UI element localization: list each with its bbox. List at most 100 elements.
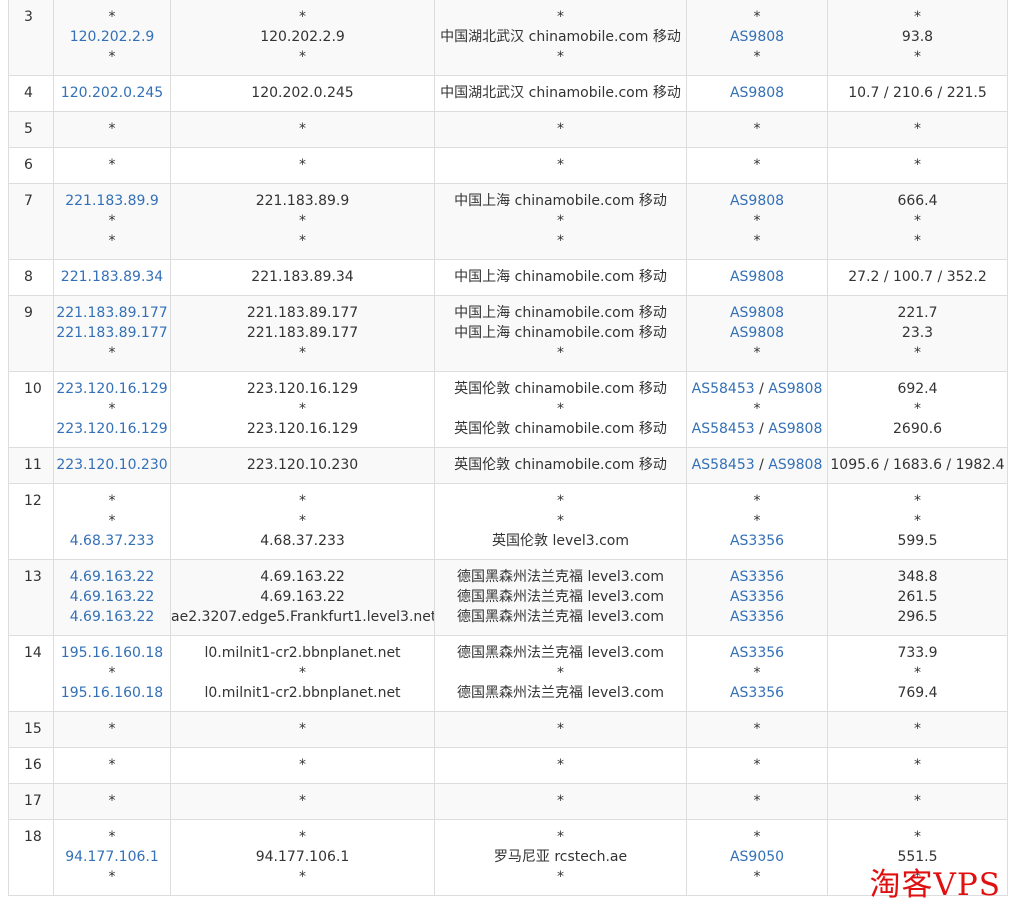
as-number-value: * xyxy=(753,665,761,681)
as-line: * xyxy=(688,399,827,419)
as-number-cell: AS3356 * AS3356 xyxy=(686,635,828,712)
ip-address-link[interactable]: 221.183.89.177 xyxy=(55,303,170,323)
as-line: AS3356 xyxy=(688,531,827,551)
as-number-link[interactable]: AS58453 xyxy=(692,457,755,473)
as-number-link[interactable]: AS3356 xyxy=(730,645,784,661)
ip-address-link[interactable]: 4.69.163.22 xyxy=(55,607,170,627)
hop-number: 15 xyxy=(8,711,54,748)
location-value: 英国伦敦 level3.com xyxy=(492,533,629,549)
ip-address-cell: 223.120.10.230 xyxy=(53,447,171,484)
location-cell: 中国上海 chinamobile.com 移动 xyxy=(434,259,687,296)
table-row: 16 * * * * * xyxy=(8,747,1008,784)
as-number-value: * xyxy=(753,513,761,529)
table-row: 14 195.16.160.18 * 195.16.160.18 l0.milnit1-… xyxy=(8,635,1008,712)
location-cell: * 中国湖北武汉 chinamobile.com 移动 * xyxy=(434,0,687,76)
ip-address-value: * xyxy=(108,157,116,173)
hostname-cell: 120.202.0.245 xyxy=(170,75,435,112)
as-line: * xyxy=(688,791,827,811)
ip-address-cell: 221.183.89.9 * * xyxy=(53,183,171,260)
ip-address-link[interactable]: 195.16.160.18 xyxy=(55,683,170,703)
as-number-link[interactable]: AS3356 xyxy=(730,609,784,625)
as-number-link[interactable]: AS9808 xyxy=(730,269,784,285)
hostname-value: * xyxy=(299,493,306,509)
ip-address-value: * xyxy=(108,493,116,509)
as-separator: / xyxy=(754,381,769,397)
as-number-value: * xyxy=(753,233,761,249)
as-number-cell: * * AS3356 xyxy=(686,483,828,560)
as-line: * xyxy=(688,491,827,511)
latency-value: * xyxy=(914,213,921,229)
hop-number: 4 xyxy=(8,75,54,112)
as-number-link[interactable]: AS3356 xyxy=(730,533,784,549)
as-line: * xyxy=(688,231,827,251)
as-number-link[interactable]: AS9808 xyxy=(768,457,822,473)
as-number-link[interactable]: AS9808 xyxy=(730,325,784,341)
as-line: * xyxy=(688,211,827,231)
latency-value: 769.4 xyxy=(897,685,938,701)
table-row: 9 221.183.89.177 221.183.89.177 * 221.183.89… xyxy=(8,295,1008,372)
as-line: AS9808 xyxy=(688,191,827,211)
latency-value: * xyxy=(914,233,921,249)
ip-address-cell: * xyxy=(53,147,171,184)
table-row: 13 4.69.163.22 4.69.163.22 4.69.163.22 4.69.… xyxy=(8,559,1008,636)
ip-address-link[interactable]: 223.120.16.129 xyxy=(55,419,170,439)
as-number-value: * xyxy=(753,121,761,137)
ip-address-link[interactable]: 94.177.106.1 xyxy=(55,847,170,867)
as-number-cell: * xyxy=(686,147,828,184)
as-number-link[interactable]: AS58453 xyxy=(692,421,755,437)
ip-address-link[interactable]: 221.183.89.34 xyxy=(55,267,170,287)
as-number-link[interactable]: AS9050 xyxy=(730,849,784,865)
as-number-value: * xyxy=(753,757,761,773)
location-cell: * xyxy=(434,111,687,148)
hostname-cell: l0.milnit1-cr2.bbnplanet.net * l0.milnit1-… xyxy=(170,635,435,712)
as-number-value: * xyxy=(753,829,761,845)
as-number-link[interactable]: AS3356 xyxy=(730,569,784,585)
as-number-link[interactable]: AS9808 xyxy=(768,421,822,437)
as-number-link[interactable]: AS3356 xyxy=(730,685,784,701)
ip-address-link[interactable]: 221.183.89.177 xyxy=(55,323,170,343)
ip-address-link[interactable]: 4.69.163.22 xyxy=(55,587,170,607)
as-number-link[interactable]: AS9808 xyxy=(730,193,784,209)
ip-address-link[interactable]: 4.69.163.22 xyxy=(55,567,170,587)
latency-value: * xyxy=(914,829,921,845)
as-number-link[interactable]: AS9808 xyxy=(768,381,822,397)
location-value: * xyxy=(557,49,564,65)
as-number-link[interactable]: AS9808 xyxy=(730,85,784,101)
latency-value: * xyxy=(914,721,921,737)
ip-address-cell: 221.183.89.177 221.183.89.177 * xyxy=(53,295,171,372)
location-value: * xyxy=(557,793,564,809)
latency-value: * xyxy=(914,157,921,173)
ip-address-link[interactable]: 221.183.89.9 xyxy=(55,191,170,211)
location-value: 德国黑森州法兰克福 level3.com xyxy=(457,569,664,585)
ip-address-link[interactable]: 120.202.0.245 xyxy=(55,83,170,103)
location-cell: * * 英国伦敦 level3.com xyxy=(434,483,687,560)
as-number-cell: * xyxy=(686,711,828,748)
as-number-link[interactable]: AS9808 xyxy=(730,29,784,45)
as-number-link[interactable]: AS9808 xyxy=(730,305,784,321)
as-line: * xyxy=(688,155,827,175)
location-value: 英国伦敦 chinamobile.com 移动 xyxy=(454,421,667,437)
hostname-cell: 221.183.89.9 * * xyxy=(170,183,435,260)
ip-address-cell: * * 4.68.37.233 xyxy=(53,483,171,560)
ip-address-link[interactable]: 195.16.160.18 xyxy=(55,643,170,663)
ip-address-link[interactable]: 120.202.2.9 xyxy=(55,27,170,47)
table-row: 6 * * * * * xyxy=(8,147,1008,184)
latency-value: 2690.6 xyxy=(893,421,942,437)
hostname-value: * xyxy=(299,721,306,737)
ip-address-link[interactable]: 4.68.37.233 xyxy=(55,531,170,551)
as-number-link[interactable]: AS58453 xyxy=(692,381,755,397)
ip-address-value: * xyxy=(108,401,116,417)
hostname-value: 4.69.163.22 xyxy=(260,589,345,605)
hostname-cell: * xyxy=(170,711,435,748)
hostname-cell: 221.183.89.177 221.183.89.177 * xyxy=(170,295,435,372)
as-number-link[interactable]: AS3356 xyxy=(730,589,784,605)
ip-address-link[interactable]: 223.120.10.230 xyxy=(55,455,170,475)
location-value: * xyxy=(557,233,564,249)
hostname-cell: 4.69.163.22 4.69.163.22 ae2.3207.edge5.Fra… xyxy=(170,559,435,636)
ip-address-link[interactable]: 223.120.16.129 xyxy=(55,379,170,399)
table-row: 11 223.120.10.230 223.120.10.230 英国伦敦 china… xyxy=(8,447,1008,484)
hostname-value: * xyxy=(299,9,306,25)
latency-value: * xyxy=(914,757,921,773)
latency-value: * xyxy=(914,513,921,529)
latency-cell: * xyxy=(827,147,1008,184)
